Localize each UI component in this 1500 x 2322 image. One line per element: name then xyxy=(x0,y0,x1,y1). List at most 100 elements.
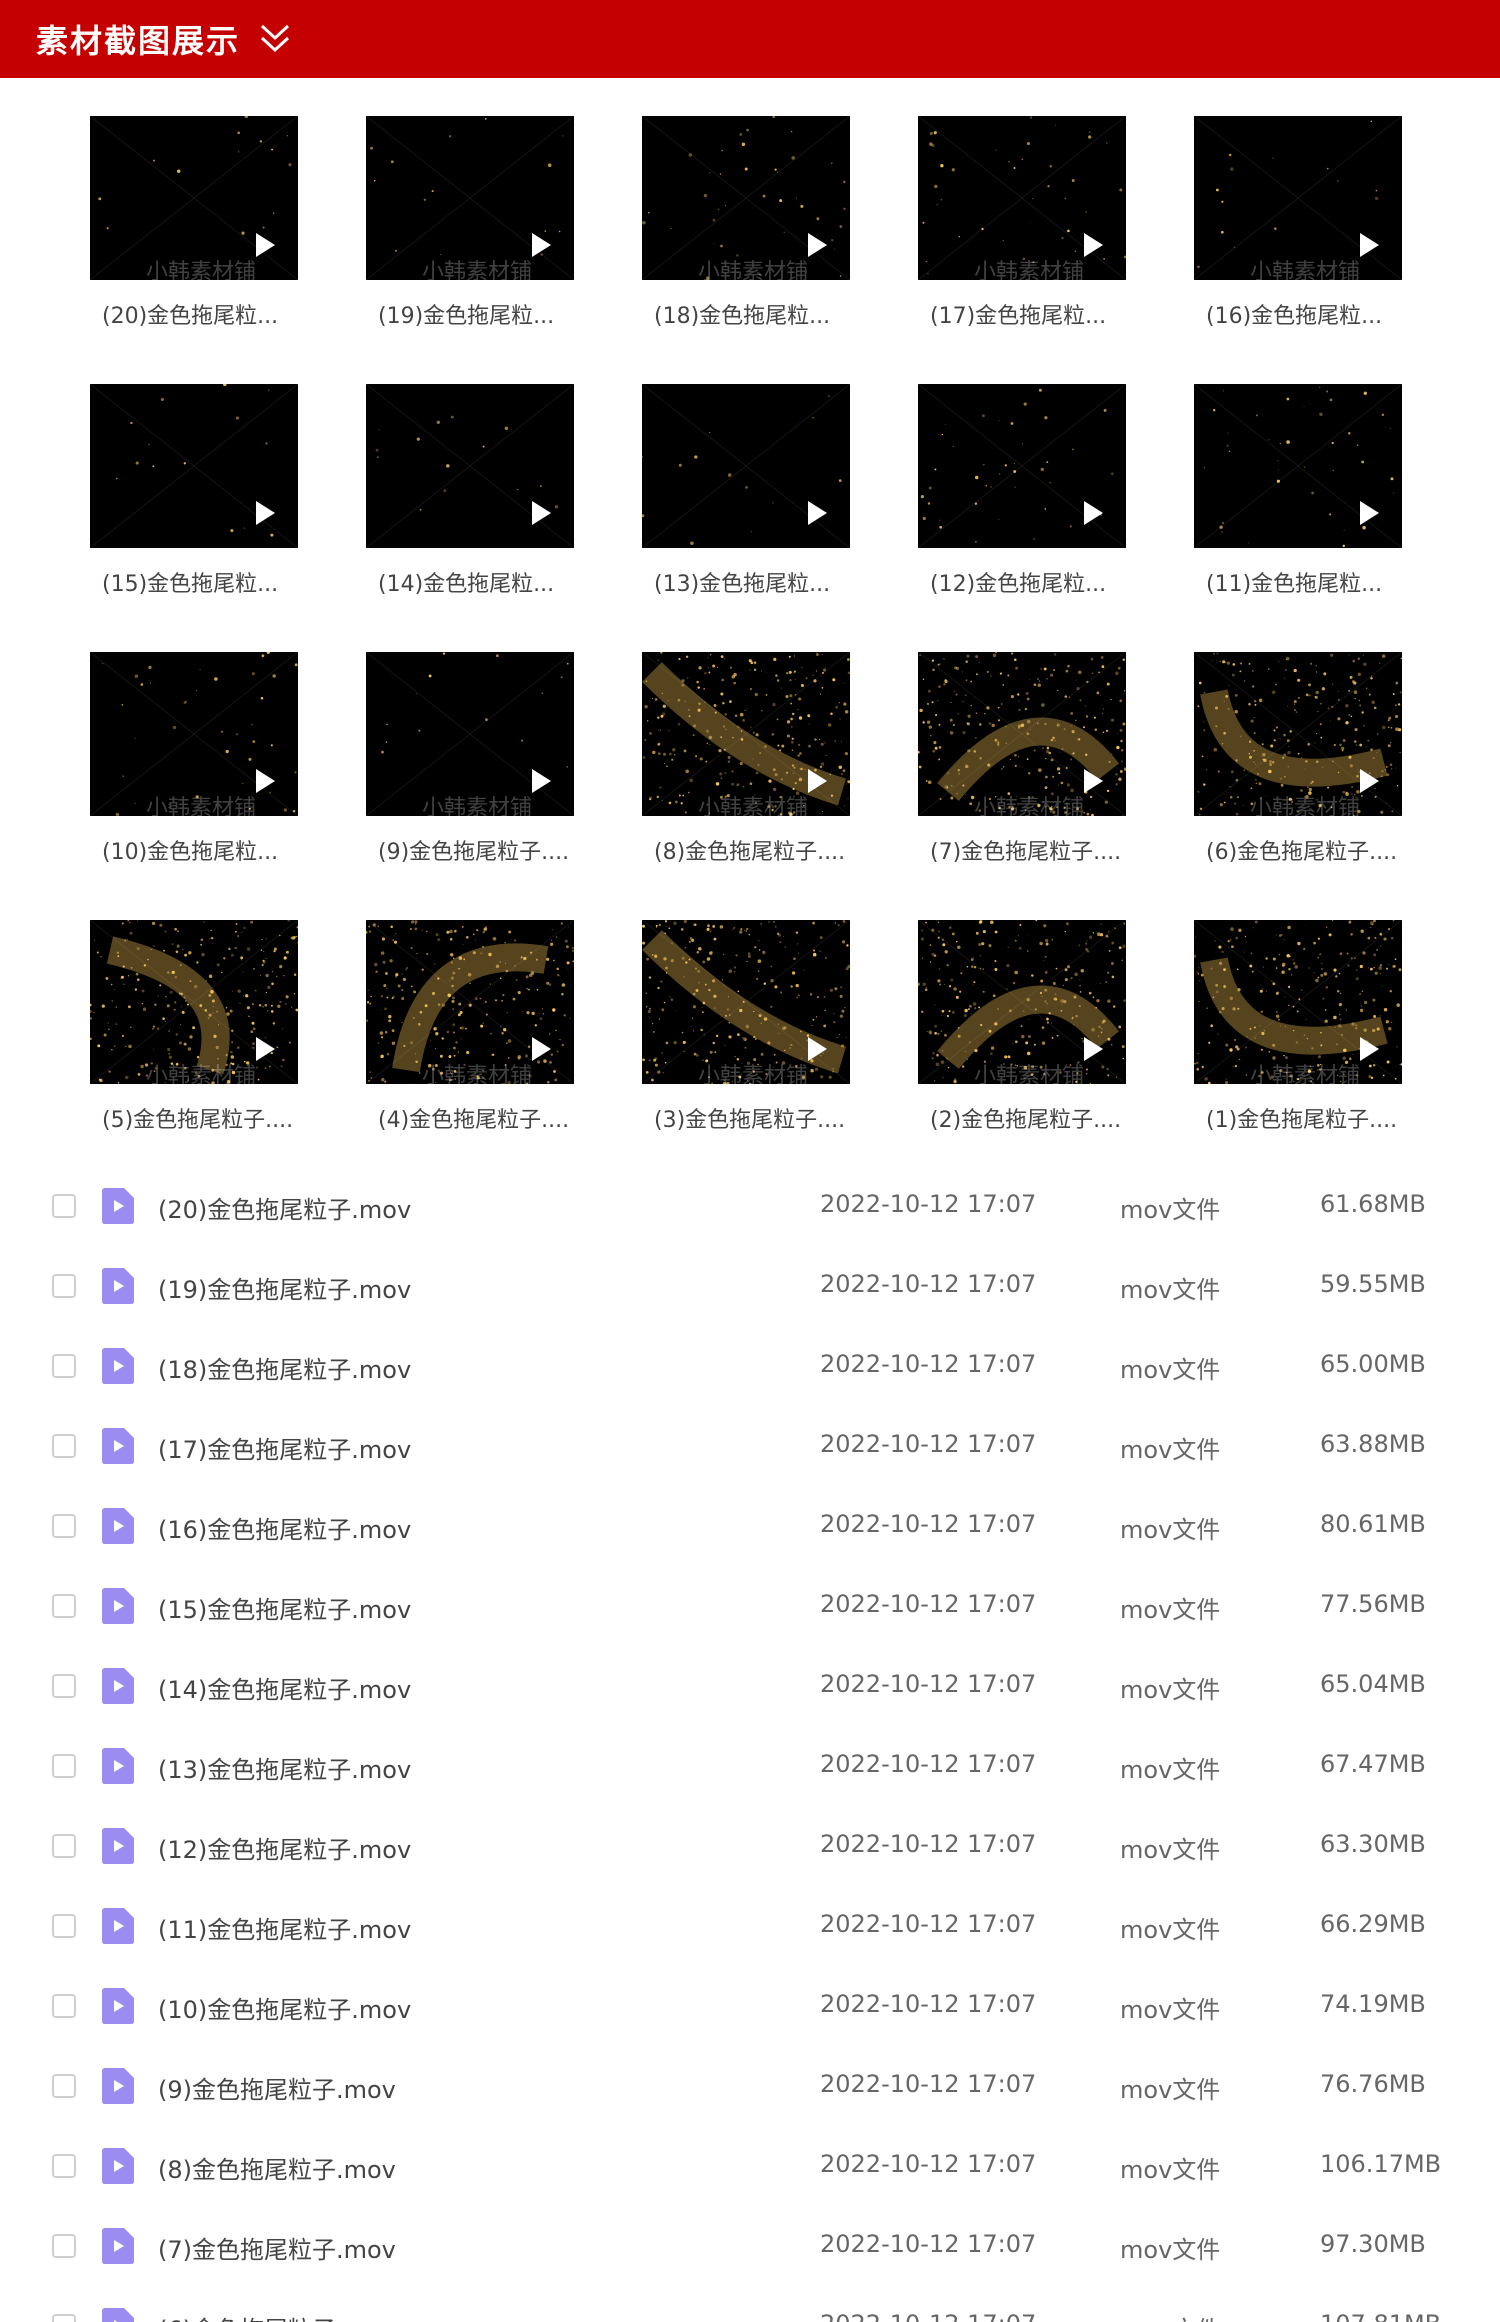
play-icon[interactable] xyxy=(1358,1036,1380,1062)
video-preview-image[interactable]: 小韩素材铺 xyxy=(1194,652,1402,816)
video-preview-image[interactable]: 小韩素材铺 xyxy=(642,920,850,1084)
video-preview-image[interactable]: 小韩素材铺 xyxy=(1194,920,1402,1084)
file-row[interactable]: (18)金色拖尾粒子.mov 2022-10-12 17:07 mov文件 65.00… xyxy=(0,1328,1500,1408)
video-thumbnail-card[interactable]: 小韩素材铺 (9)金色拖尾粒子.... xyxy=(366,652,574,866)
file-select-checkbox[interactable] xyxy=(52,2234,76,2258)
file-name[interactable]: (15)金色拖尾粒子.mov xyxy=(158,1590,411,1625)
file-select-checkbox[interactable] xyxy=(52,1274,76,1298)
file-name[interactable]: (10)金色拖尾粒子.mov xyxy=(158,1990,411,2025)
play-icon[interactable] xyxy=(530,768,552,794)
file-row[interactable]: (8)金色拖尾粒子.mov 2022-10-12 17:07 mov文件 106.17… xyxy=(0,2128,1500,2208)
play-icon[interactable] xyxy=(806,500,828,526)
file-select-checkbox[interactable] xyxy=(52,2074,76,2098)
play-icon[interactable] xyxy=(530,232,552,258)
file-row[interactable]: (17)金色拖尾粒子.mov 2022-10-12 17:07 mov文件 63.88… xyxy=(0,1408,1500,1488)
play-icon[interactable] xyxy=(254,500,276,526)
video-preview-image[interactable] xyxy=(1194,384,1402,548)
file-select-checkbox[interactable] xyxy=(52,1434,76,1458)
file-name[interactable]: (17)金色拖尾粒子.mov xyxy=(158,1430,411,1465)
video-thumbnail-card[interactable]: 小韩素材铺 (6)金色拖尾粒子.... xyxy=(1194,652,1402,866)
file-name[interactable]: (11)金色拖尾粒子.mov xyxy=(158,1910,411,1945)
file-name[interactable]: (12)金色拖尾粒子.mov xyxy=(158,1830,411,1865)
file-select-checkbox[interactable] xyxy=(52,1994,76,2018)
video-thumbnail-card[interactable]: 小韩素材铺 (10)金色拖尾粒... xyxy=(90,652,298,866)
file-row[interactable]: (16)金色拖尾粒子.mov 2022-10-12 17:07 mov文件 80.61… xyxy=(0,1488,1500,1568)
video-preview-image[interactable] xyxy=(918,384,1126,548)
file-row[interactable]: (13)金色拖尾粒子.mov 2022-10-12 17:07 mov文件 67.47… xyxy=(0,1728,1500,1808)
video-preview-image[interactable]: 小韩素材铺 xyxy=(90,116,298,280)
play-icon[interactable] xyxy=(254,232,276,258)
video-preview-image[interactable]: 小韩素材铺 xyxy=(1194,116,1402,280)
video-preview-image[interactable]: 小韩素材铺 xyxy=(918,116,1126,280)
file-select-checkbox[interactable] xyxy=(52,1354,76,1378)
video-preview-image[interactable] xyxy=(90,384,298,548)
file-select-checkbox[interactable] xyxy=(52,2154,76,2178)
file-row[interactable]: (10)金色拖尾粒子.mov 2022-10-12 17:07 mov文件 74.19… xyxy=(0,1968,1500,2048)
file-name[interactable]: (19)金色拖尾粒子.mov xyxy=(158,1270,411,1305)
file-row[interactable]: (9)金色拖尾粒子.mov 2022-10-12 17:07 mov文件 76.76M… xyxy=(0,2048,1500,2128)
video-thumbnail-card[interactable]: 小韩素材铺 (5)金色拖尾粒子.... xyxy=(90,920,298,1134)
video-thumbnail-card[interactable]: 小韩素材铺 (19)金色拖尾粒... xyxy=(366,116,574,330)
video-thumbnail-card[interactable]: (15)金色拖尾粒... xyxy=(90,384,298,598)
video-thumbnail-card[interactable]: 小韩素材铺 (1)金色拖尾粒子.... xyxy=(1194,920,1402,1134)
video-preview-image[interactable]: 小韩素材铺 xyxy=(366,920,574,1084)
video-thumbnail-card[interactable]: 小韩素材铺 (16)金色拖尾粒... xyxy=(1194,116,1402,330)
play-icon[interactable] xyxy=(1082,500,1104,526)
video-preview-image[interactable]: 小韩素材铺 xyxy=(918,652,1126,816)
play-icon[interactable] xyxy=(254,768,276,794)
file-name[interactable]: (14)金色拖尾粒子.mov xyxy=(158,1670,411,1705)
video-thumbnail-card[interactable]: (14)金色拖尾粒... xyxy=(366,384,574,598)
file-select-checkbox[interactable] xyxy=(52,1834,76,1858)
file-select-checkbox[interactable] xyxy=(52,1754,76,1778)
play-icon[interactable] xyxy=(1082,768,1104,794)
file-name[interactable]: (16)金色拖尾粒子.mov xyxy=(158,1510,411,1545)
file-row[interactable]: (15)金色拖尾粒子.mov 2022-10-12 17:07 mov文件 77.56… xyxy=(0,1568,1500,1648)
file-row[interactable]: (14)金色拖尾粒子.mov 2022-10-12 17:07 mov文件 65.04… xyxy=(0,1648,1500,1728)
file-name[interactable]: (13)金色拖尾粒子.mov xyxy=(158,1750,411,1785)
video-preview-image[interactable]: 小韩素材铺 xyxy=(90,920,298,1084)
video-thumbnail-card[interactable]: 小韩素材铺 (2)金色拖尾粒子.... xyxy=(918,920,1126,1134)
file-select-checkbox[interactable] xyxy=(52,1674,76,1698)
video-thumbnail-card[interactable]: 小韩素材铺 (4)金色拖尾粒子.... xyxy=(366,920,574,1134)
play-icon[interactable] xyxy=(806,232,828,258)
video-thumbnail-card[interactable]: 小韩素材铺 (20)金色拖尾粒... xyxy=(90,116,298,330)
play-icon[interactable] xyxy=(530,500,552,526)
play-icon[interactable] xyxy=(1358,500,1380,526)
play-icon[interactable] xyxy=(1082,232,1104,258)
video-thumbnail-card[interactable]: 小韩素材铺 (8)金色拖尾粒子.... xyxy=(642,652,850,866)
play-icon[interactable] xyxy=(806,768,828,794)
video-preview-image[interactable] xyxy=(366,384,574,548)
file-select-checkbox[interactable] xyxy=(52,1914,76,1938)
file-select-checkbox[interactable] xyxy=(52,1594,76,1618)
file-select-checkbox[interactable] xyxy=(52,1194,76,1218)
video-thumbnail-card[interactable]: 小韩素材铺 (17)金色拖尾粒... xyxy=(918,116,1126,330)
video-preview-image[interactable]: 小韩素材铺 xyxy=(918,920,1126,1084)
file-select-checkbox[interactable] xyxy=(52,2314,76,2322)
play-icon[interactable] xyxy=(1082,1036,1104,1062)
video-thumbnail-card[interactable]: 小韩素材铺 (3)金色拖尾粒子.... xyxy=(642,920,850,1134)
file-row[interactable]: (11)金色拖尾粒子.mov 2022-10-12 17:07 mov文件 66.29… xyxy=(0,1888,1500,1968)
play-icon[interactable] xyxy=(1358,768,1380,794)
video-thumbnail-card[interactable]: 小韩素材铺 (7)金色拖尾粒子.... xyxy=(918,652,1126,866)
file-row[interactable]: (6)金色拖尾粒子.mov 2022-10-12 17:07 mov文件 107.81… xyxy=(0,2288,1500,2322)
video-preview-image[interactable]: 小韩素材铺 xyxy=(366,652,574,816)
video-thumbnail-card[interactable]: (11)金色拖尾粒... xyxy=(1194,384,1402,598)
file-row[interactable]: (7)金色拖尾粒子.mov 2022-10-12 17:07 mov文件 97.30M… xyxy=(0,2208,1500,2288)
file-name[interactable]: (6)金色拖尾粒子.mov xyxy=(158,2310,396,2322)
video-preview-image[interactable]: 小韩素材铺 xyxy=(366,116,574,280)
play-icon[interactable] xyxy=(806,1036,828,1062)
file-name[interactable]: (8)金色拖尾粒子.mov xyxy=(158,2150,396,2185)
file-name[interactable]: (9)金色拖尾粒子.mov xyxy=(158,2070,396,2105)
video-preview-image[interactable]: 小韩素材铺 xyxy=(642,116,850,280)
file-name[interactable]: (20)金色拖尾粒子.mov xyxy=(158,1190,411,1225)
file-row[interactable]: (12)金色拖尾粒子.mov 2022-10-12 17:07 mov文件 63.30… xyxy=(0,1808,1500,1888)
video-preview-image[interactable] xyxy=(642,384,850,548)
video-thumbnail-card[interactable]: (13)金色拖尾粒... xyxy=(642,384,850,598)
file-row[interactable]: (19)金色拖尾粒子.mov 2022-10-12 17:07 mov文件 59.55… xyxy=(0,1248,1500,1328)
file-name[interactable]: (18)金色拖尾粒子.mov xyxy=(158,1350,411,1385)
video-preview-image[interactable]: 小韩素材铺 xyxy=(642,652,850,816)
play-icon[interactable] xyxy=(1358,232,1380,258)
video-thumbnail-card[interactable]: (12)金色拖尾粒... xyxy=(918,384,1126,598)
video-thumbnail-card[interactable]: 小韩素材铺 (18)金色拖尾粒... xyxy=(642,116,850,330)
play-icon[interactable] xyxy=(254,1036,276,1062)
